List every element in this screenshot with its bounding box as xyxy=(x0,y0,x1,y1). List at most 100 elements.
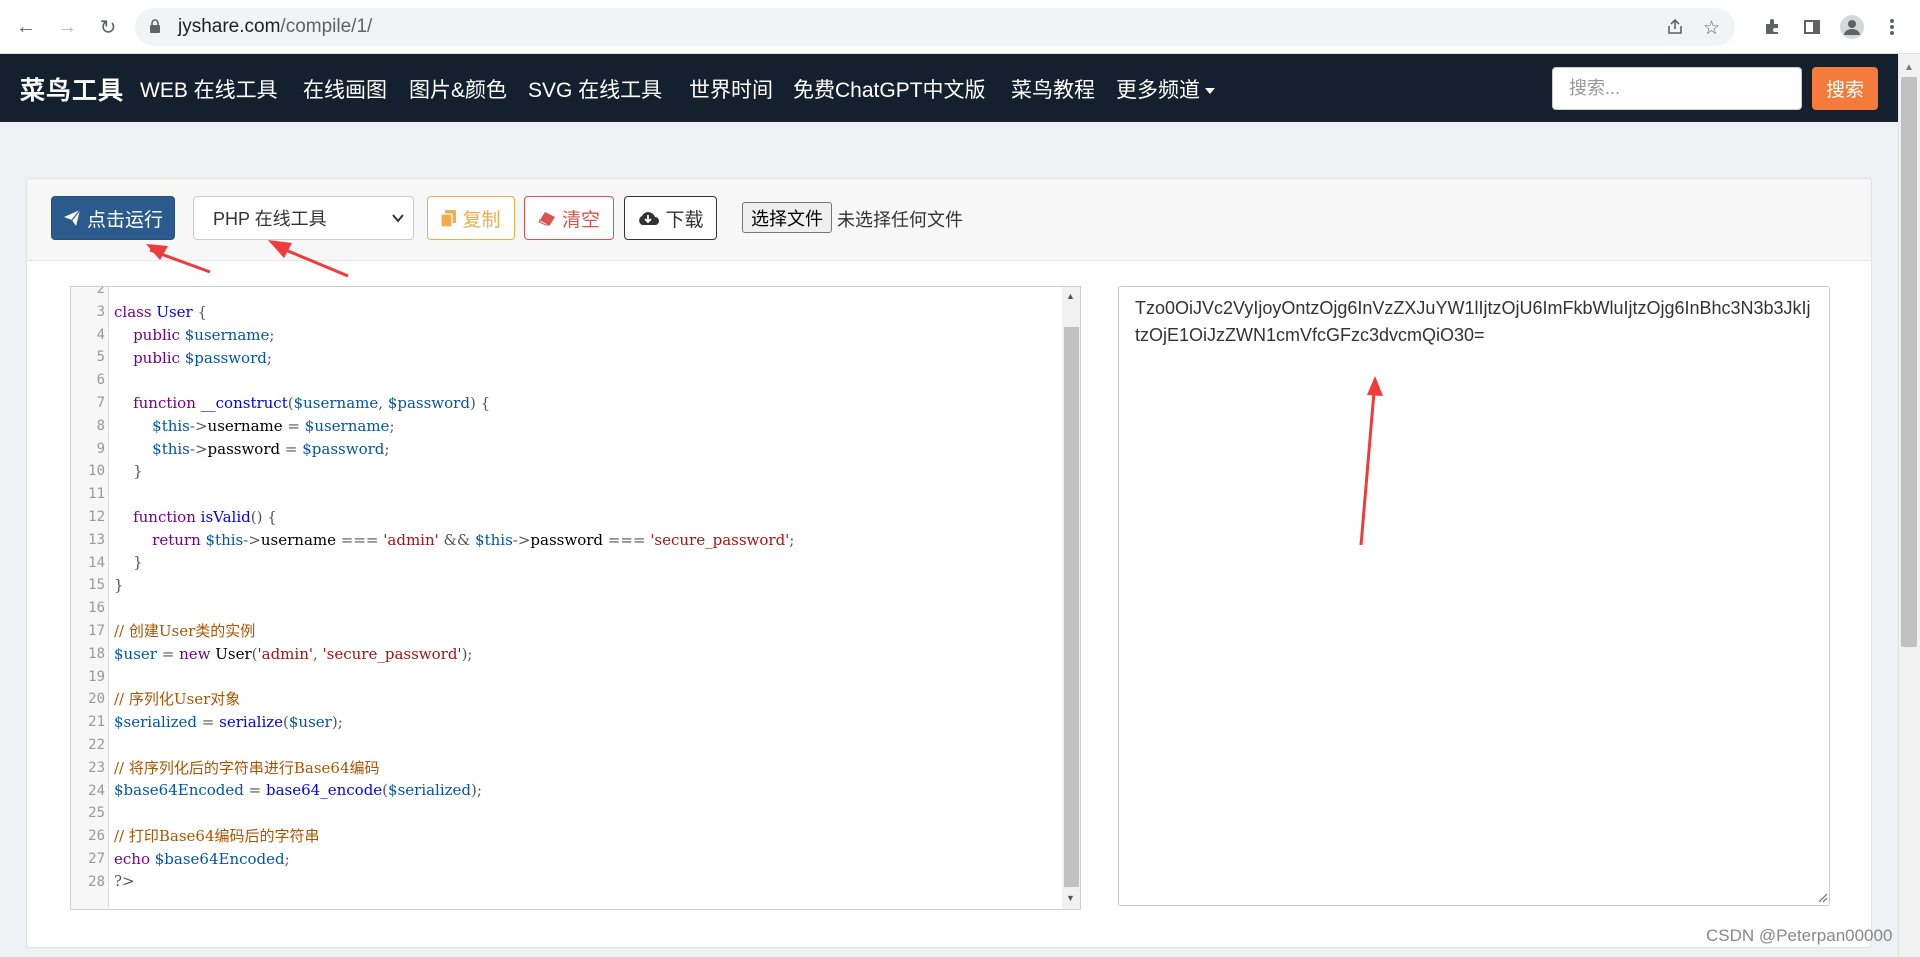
choose-file-button[interactable]: 选择文件 xyxy=(742,202,832,233)
line-number: 12 xyxy=(88,509,105,525)
line-number: 6 xyxy=(96,372,105,389)
code-line-17: // 创建User类的实例 xyxy=(114,622,256,640)
output-text: Tzo0OiJVc2VyIjoyOntzOjg6InVzZXJuYW1lIjtz… xyxy=(1135,298,1811,345)
line-number: 4 xyxy=(96,326,105,343)
site-logo[interactable]: 菜鸟工具 xyxy=(20,71,124,107)
line-number: 26 xyxy=(88,828,105,845)
browser-menu-icon[interactable] xyxy=(1878,13,1906,41)
side-panel-icon[interactable] xyxy=(1798,13,1826,41)
code-line-24: $base64Encoded = base64_encode($serializ… xyxy=(114,781,482,799)
line-number: 14 xyxy=(88,554,105,571)
output-textarea[interactable]: Tzo0OiJVc2VyIjoyOntzOjg6InVzZXJuYW1lIjtz… xyxy=(1118,286,1830,906)
line-number: 3 xyxy=(96,303,105,320)
resize-handle-icon[interactable] xyxy=(1818,893,1828,903)
chevron-down-icon xyxy=(392,214,404,223)
extensions-icon[interactable] xyxy=(1758,13,1786,41)
editor-scroll-up-icon[interactable]: ▲ xyxy=(1066,291,1075,301)
code-line-28: ?> xyxy=(114,872,135,890)
line-number: 19 xyxy=(88,668,105,685)
nav-more-channels[interactable]: 更多频道 xyxy=(1116,74,1215,104)
language-select[interactable]: PHP 在线工具 xyxy=(193,196,414,240)
forward-icon[interactable]: → xyxy=(53,13,81,41)
code-line-14: } xyxy=(133,553,143,571)
download-button[interactable]: 下载 xyxy=(624,196,717,240)
browser-toolbar: ← → ↻ jyshare.com/compile/1/ ☆ xyxy=(0,0,1920,54)
line-number: 15 xyxy=(88,577,105,594)
url-text: jyshare.com/compile/1/ xyxy=(178,16,373,37)
line-number: 10 xyxy=(88,463,105,480)
line-number: 11 xyxy=(88,486,105,503)
line-number: 17 xyxy=(88,623,105,639)
line-number: 8 xyxy=(96,417,105,434)
code-line-9: $this->password = $password; xyxy=(152,440,390,458)
editor-scroll-down-icon[interactable]: ▼ xyxy=(1066,893,1075,903)
line-number: 13 xyxy=(88,531,105,548)
code-line-26: // 打印Base64编码后的字符串 xyxy=(114,827,320,845)
download-button-label: 下载 xyxy=(665,209,704,231)
line-number: 28 xyxy=(88,873,105,890)
code-line-7: function __construct($username, $passwor… xyxy=(133,394,491,412)
copy-button[interactable]: 复制 xyxy=(427,196,515,240)
line-number: 16 xyxy=(88,600,105,617)
paper-plane-icon xyxy=(63,209,81,226)
code-line-4: public $username; xyxy=(133,326,275,344)
line-number: 24 xyxy=(88,782,105,799)
site-navbar: 菜鸟工具 WEB 在线工具 在线画图 图片&颜色 SVG 在线工具 世界时间 免… xyxy=(0,54,1898,122)
nav-runoob-tutorial[interactable]: 菜鸟教程 xyxy=(1011,74,1095,104)
eraser-icon xyxy=(538,211,555,225)
line-number: 21 xyxy=(88,714,105,731)
nav-image-color[interactable]: 图片&颜色 xyxy=(409,74,507,104)
line-number: 9 xyxy=(96,440,105,457)
nav-web-tools[interactable]: WEB 在线工具 xyxy=(140,74,278,104)
line-number: 20 xyxy=(88,691,105,708)
language-select-value: PHP 在线工具 xyxy=(213,209,327,229)
code-line-5: public $password; xyxy=(133,349,272,367)
copy-button-label: 复制 xyxy=(462,209,501,231)
profile-avatar-icon[interactable] xyxy=(1838,13,1866,41)
run-button-label: 点击运行 xyxy=(86,209,163,231)
clear-button-label: 清空 xyxy=(561,209,600,231)
address-bar[interactable]: jyshare.com/compile/1/ ☆ xyxy=(135,8,1735,46)
search-button[interactable]: 搜索 xyxy=(1812,67,1878,110)
back-icon[interactable]: ← xyxy=(12,13,40,41)
page-scrollbar-thumb[interactable] xyxy=(1901,77,1917,647)
nav-online-drawing[interactable]: 在线画图 xyxy=(303,74,387,104)
line-number: 22 xyxy=(88,737,105,753)
code-line-8: $this->username = $username; xyxy=(152,417,395,435)
code-editor[interactable]: 2 3 4 5 6 7 8 9 10 11 12 13 14 15 16 17 18 19 20 21 22 23 24 25… xyxy=(70,286,1081,910)
code-line-23: // 将序列化后的字符串进行Base64编码 xyxy=(114,759,380,777)
code-line-12: function isValid() { xyxy=(133,508,277,526)
clear-button[interactable]: 清空 xyxy=(524,196,614,240)
file-status-label: 未选择任何文件 xyxy=(837,210,963,230)
line-number: 5 xyxy=(96,349,105,366)
line-number: 18 xyxy=(88,645,105,662)
nav-chatgpt[interactable]: 免费ChatGPT中文版 xyxy=(793,74,986,104)
code-line-18: $user = new User('admin', 'secure_passwo… xyxy=(114,645,473,663)
editor-scrollbar-thumb[interactable] xyxy=(1064,327,1079,887)
nav-more-label: 更多频道 xyxy=(1116,79,1200,102)
code-line-27: echo $base64Encoded; xyxy=(114,850,290,868)
code-line-21: $serialized = serialize($user); xyxy=(114,713,343,731)
caret-down-icon xyxy=(1205,88,1215,95)
copy-icon xyxy=(441,209,457,227)
share-icon[interactable] xyxy=(1665,17,1685,37)
nav-world-time[interactable]: 世界时间 xyxy=(689,74,773,104)
line-number: 25 xyxy=(88,805,105,822)
scroll-up-arrow-icon[interactable]: ▲ xyxy=(1904,62,1914,73)
line-number: 27 xyxy=(88,851,105,867)
code-line-13: return $this->username === 'admin' && $t… xyxy=(152,531,795,549)
code-line-10: } xyxy=(133,462,143,480)
bookmark-star-icon[interactable]: ☆ xyxy=(1703,17,1720,40)
csdn-watermark: CSDN @Peterpan00000 xyxy=(1706,926,1893,945)
line-number: 7 xyxy=(96,395,105,411)
search-input[interactable] xyxy=(1552,67,1802,110)
nav-svg-tools[interactable]: SVG 在线工具 xyxy=(528,74,662,104)
run-button[interactable]: 点击运行 xyxy=(51,196,175,240)
reload-icon[interactable]: ↻ xyxy=(94,13,122,41)
code-line-3: class User { xyxy=(114,303,208,321)
cloud-download-icon xyxy=(639,212,660,225)
line-number: 2 xyxy=(96,286,105,297)
code-line-15: } xyxy=(114,576,124,594)
line-number: 23 xyxy=(88,759,105,776)
